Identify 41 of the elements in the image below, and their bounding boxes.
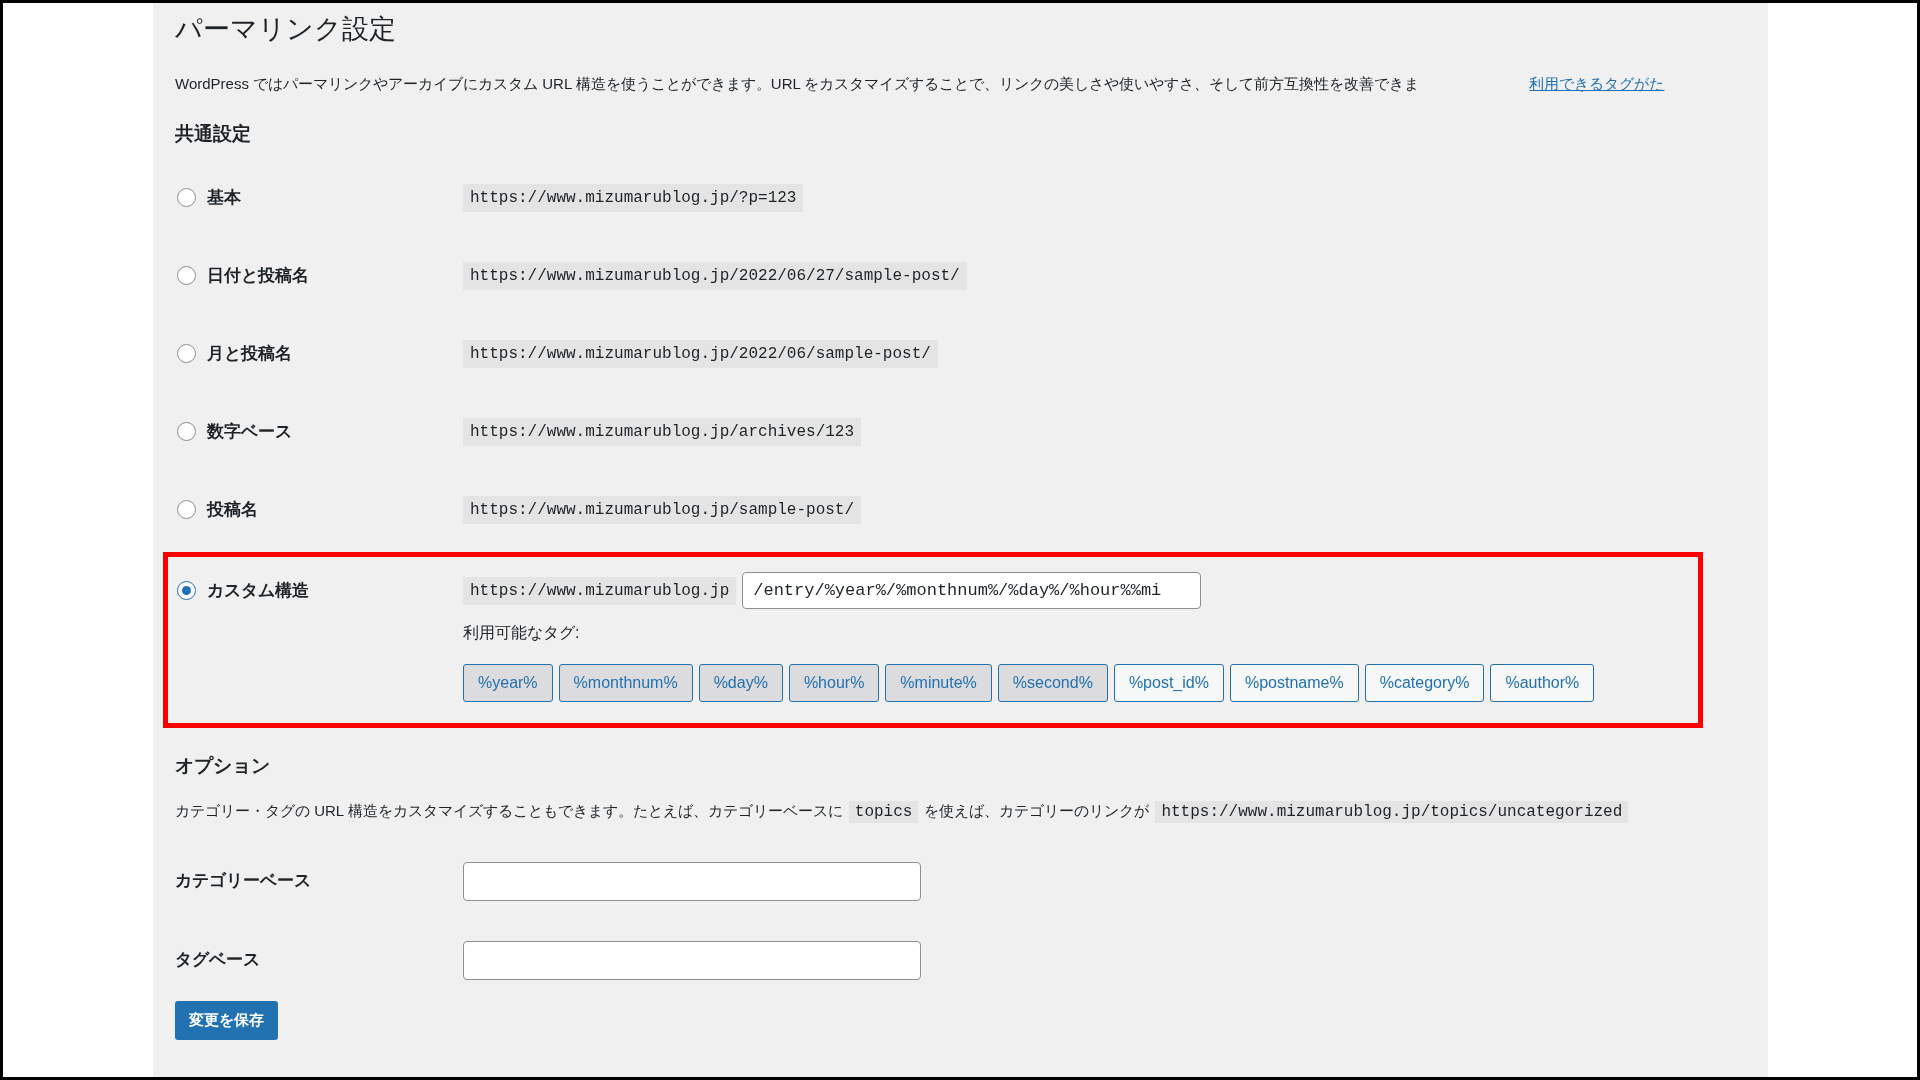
option-label: 月と投稿名: [207, 342, 292, 365]
section-heading: オプション: [175, 754, 271, 778]
tag-button[interactable]: %second%: [997, 664, 1108, 702]
custom-structure-field[interactable]: /entry/%year%/%monthnum%/%day%/%hour%%mi: [742, 572, 1202, 609]
text-field[interactable]: [463, 861, 921, 901]
url-example: https://www.mizumarublog.jp/archives/123: [463, 417, 862, 446]
radio-button[interactable]: [177, 344, 196, 363]
radio-button[interactable]: [177, 266, 196, 285]
save-button[interactable]: 変更を保存: [175, 1000, 278, 1040]
field-label: タグベース: [175, 949, 261, 972]
tag-button[interactable]: %post_id%: [1113, 664, 1224, 702]
url-example: https://www.mizumarublog.jp/sample-post/: [463, 495, 862, 524]
url-example: https://www.mizumarublog.jp/2022/06/27/sample-post/: [463, 261, 967, 290]
section-heading: 共通設定: [175, 121, 252, 146]
intro-text: WordPress ではパーマリンクやアーカイブにカスタム URL 構造を使うことができます。URL をカスタマイズすることで、リンクの美しさや使いやすさ、そして前方互換性を改善できま 利用できるタグがた: [175, 74, 1666, 94]
tag-button[interactable]: %author%: [1490, 664, 1595, 702]
tag-button[interactable]: %day%: [698, 664, 783, 702]
radio-button[interactable]: [177, 500, 196, 519]
tag-button[interactable]: %minute%: [885, 664, 992, 702]
option-label: 投稿名: [207, 498, 258, 521]
option-label: 基本: [207, 186, 241, 209]
radio-button[interactable]: [177, 188, 196, 207]
radio-button[interactable]: [177, 422, 196, 441]
tag-button[interactable]: %hour%: [788, 664, 880, 702]
url-example: https://www.mizumarublog.jp/?p=123: [463, 183, 804, 212]
field-label: カテゴリーベース: [175, 870, 312, 893]
url-example: https://www.mizumarublog.jp/2022/06/sample-post/: [463, 339, 938, 368]
option-label: 数字ベース: [207, 420, 292, 443]
radio-button[interactable]: [177, 581, 196, 600]
options-description: カテゴリー・タグの URL 構造をカスタマイズすることもできます。たとえば、カテゴリーベースに topics を使えば、カテゴリーのリンクが https://www.mizumarublog.jp/topics/uncategorized: [175, 799, 1768, 824]
tag-button[interactable]: %monthnum%: [558, 664, 693, 702]
tag-button[interactable]: %year%: [463, 664, 553, 702]
tag-button[interactable]: %category%: [1364, 664, 1485, 702]
tags-link[interactable]: 利用できるタグがた: [1529, 75, 1665, 92]
url-base: https://www.mizumarublog.jp: [463, 576, 737, 605]
text-field[interactable]: [463, 940, 921, 980]
option-label: 日付と投稿名: [207, 264, 309, 287]
option-label: カスタム構造: [207, 579, 309, 602]
tags-label: 利用可能なタグ:: [463, 623, 581, 643]
tag-button[interactable]: %postname%: [1229, 664, 1359, 702]
page-title: パーマリンク設定: [175, 13, 397, 46]
